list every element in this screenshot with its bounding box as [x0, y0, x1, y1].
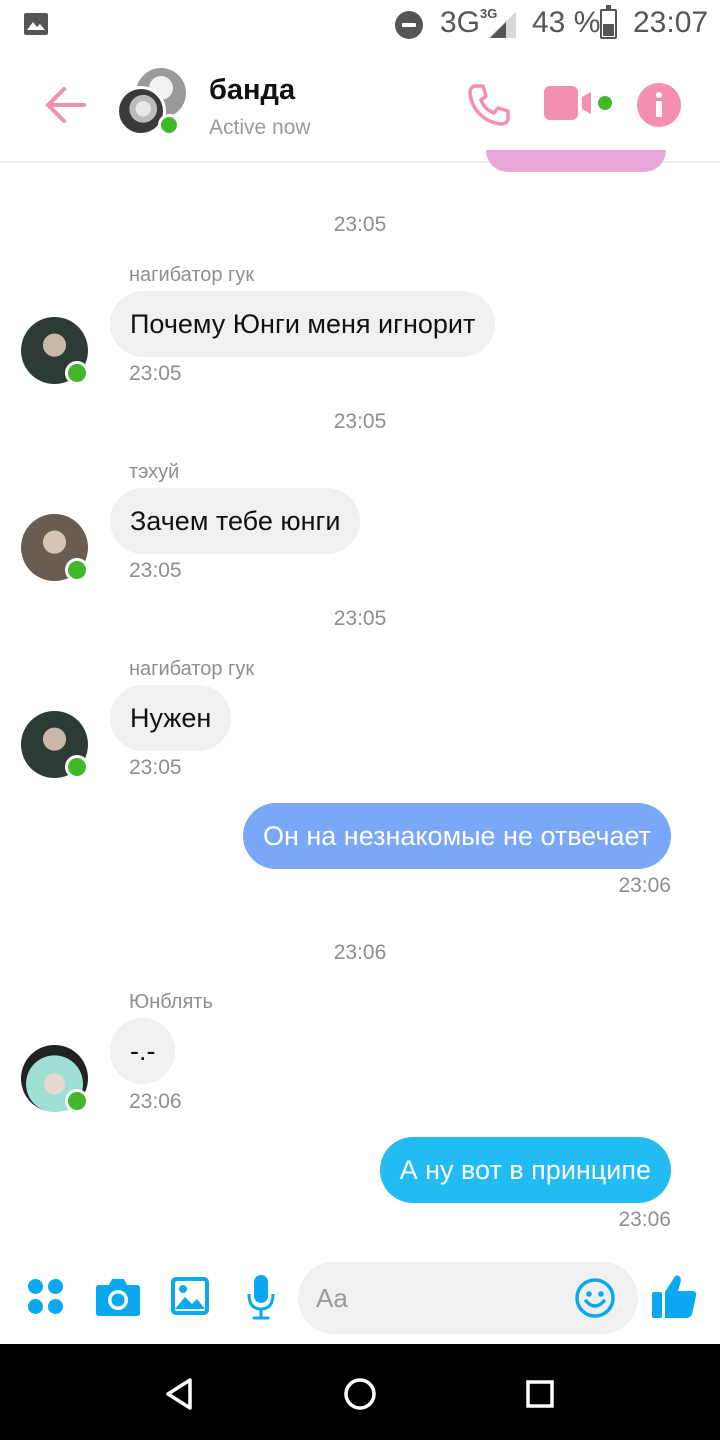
- active-status: Active now: [209, 116, 311, 139]
- back-nav-icon[interactable]: [160, 1374, 200, 1414]
- message-bubble[interactable]: Нужен: [110, 685, 232, 751]
- home-nav-icon[interactable]: [340, 1374, 380, 1414]
- online-indicator: [65, 1089, 89, 1113]
- message-time: 23:05: [129, 362, 182, 385]
- timestamp-divider: 23:05: [333, 213, 387, 236]
- chat-header: банда Active now: [0, 50, 720, 163]
- online-indicator: [65, 558, 89, 582]
- message-time: 23:06: [129, 1090, 182, 1113]
- online-indicator: [65, 755, 89, 779]
- recents-nav-icon[interactable]: [520, 1374, 560, 1414]
- message-time: 23:06: [618, 1208, 671, 1231]
- apps-icon[interactable]: [28, 1279, 64, 1315]
- video-call-icon[interactable]: [542, 84, 616, 126]
- image-notification-icon: [24, 13, 48, 35]
- message-time: 23:05: [129, 559, 182, 582]
- timestamp-divider: 23:05: [333, 410, 387, 433]
- timestamp-divider: 23:05: [333, 607, 387, 630]
- message-bubble[interactable]: Почему Юнги меня игнорит: [110, 291, 496, 357]
- do-not-disturb-icon: [395, 11, 423, 39]
- gallery-icon[interactable]: [170, 1276, 210, 1316]
- back-arrow-icon[interactable]: [40, 80, 90, 130]
- navigation-bar: [0, 1344, 720, 1440]
- group-avatar[interactable]: [116, 68, 188, 140]
- info-icon[interactable]: [637, 83, 681, 127]
- sender-name: нагибатор гук: [129, 658, 255, 680]
- emoji-icon[interactable]: [574, 1277, 616, 1319]
- battery-icon: [600, 5, 617, 39]
- chat-title[interactable]: банда: [209, 74, 295, 107]
- signal-icon: [488, 12, 516, 38]
- phone-call-icon[interactable]: [466, 82, 512, 128]
- message-bubble-outgoing[interactable]: Он на незнакомые не отвечает: [242, 803, 671, 869]
- online-indicator: [158, 114, 180, 136]
- sender-name: нагибатор гук: [129, 264, 255, 286]
- message-time: 23:05: [129, 756, 182, 779]
- message-input[interactable]: [316, 1276, 566, 1320]
- message-bubble[interactable]: Зачем тебе юнги: [110, 488, 361, 554]
- previous-message-bubble: [486, 150, 666, 172]
- message-bubble-outgoing[interactable]: А ну вот в принципе: [379, 1137, 671, 1203]
- message-composer: [0, 1252, 720, 1344]
- sender-name: тэхуй: [129, 461, 180, 483]
- timestamp-divider: 23:06: [333, 941, 387, 964]
- microphone-icon[interactable]: [246, 1274, 276, 1320]
- network-type: 3G: [440, 6, 481, 39]
- message-bubble[interactable]: -.-: [110, 1018, 176, 1084]
- online-indicator: [65, 361, 89, 385]
- camera-icon[interactable]: [95, 1276, 141, 1318]
- clock: 23:07: [633, 6, 709, 39]
- message-input-container: [298, 1262, 638, 1334]
- thumbs-up-icon[interactable]: [650, 1272, 698, 1320]
- message-time: 23:06: [618, 874, 671, 897]
- sender-name: Юнблять: [129, 991, 213, 1013]
- battery-percent: 43 %: [532, 6, 601, 39]
- status-bar: 3G 3G 43 % 23:07: [0, 0, 720, 50]
